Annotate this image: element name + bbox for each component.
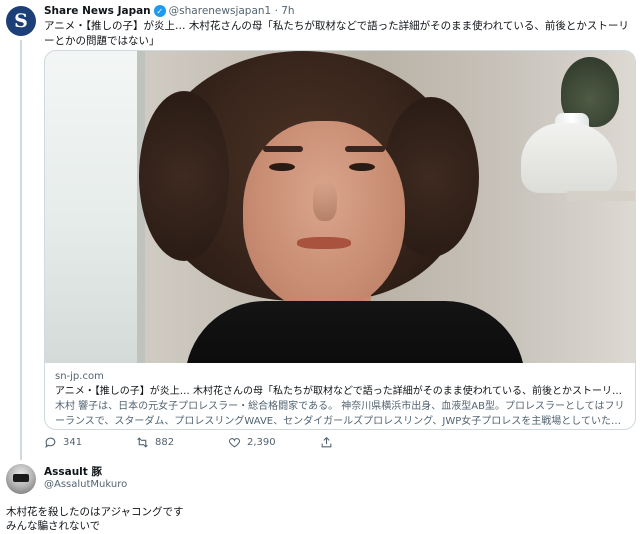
tweet-actions: 341 882 2,390 [44,436,412,449]
right-eyebrow [345,146,385,152]
thread-line [20,40,22,460]
person-nose [313,181,337,221]
reply-icon [45,437,56,449]
reply-button[interactable]: 341 [44,436,136,449]
retweet-icon [137,437,148,448]
reply-author-avatar[interactable] [6,464,36,494]
card-body: sn-jp.com アニメ・【推しの子】が炎上… 木村花さんの母「私たちが取材な… [55,369,629,429]
person-mouth [297,237,351,249]
card-title: アニメ・【推しの子】が炎上… 木村花さんの母「私たちが取材などで語った詳細がその… [55,386,629,397]
left-eyebrow [263,146,303,152]
card-description: 木村 響子は、日本の元女子プロレスラー・総合格闘家である。 神奈川県横浜市出身、… [55,401,625,427]
retweet-count: 882 [155,437,175,448]
heart-icon [228,438,241,448]
window-background [45,51,145,363]
retweet-button[interactable]: 882 [136,436,228,449]
tweet-header: Share News Japan ✓ @sharenewsjapan1 · 7h [44,5,295,17]
share-button[interactable] [320,436,412,449]
author-avatar[interactable]: S [6,6,36,36]
author-name[interactable]: Share News Japan [44,5,151,17]
like-button[interactable]: 2,390 [228,436,320,449]
reply-tweet[interactable]: Assault 豚 @AssalutMukuro 木村花を殺したのはアジャコング… [0,460,640,534]
card-domain: sn-jp.com [55,371,104,382]
tweet[interactable]: S Share News Japan ✓ @sharenewsjapan1 · … [0,0,640,460]
reply-text-line-2: みんな騙されないで [6,520,101,532]
left-eye [269,163,295,171]
reply-author-name[interactable]: Assault 豚 [44,464,102,479]
right-eye [349,163,375,171]
tweet-text: アニメ・【推しの子】が炎上… 木村花さんの母「私たちが取材などで語った詳細がその… [44,20,629,47]
reply-text-line-1: 木村花を殺したのはアジャコングです [6,506,184,518]
reply-author-handle[interactable]: @AssalutMukuro [44,479,127,490]
person-shirt [185,301,525,363]
elephant-figurine [521,123,617,193]
share-icon [321,436,332,448]
reply-text: 木村花を殺したのはアジャコングです みんな騙されないで [6,505,184,533]
reply-count: 341 [63,437,83,448]
card-image [45,51,635,363]
avatar-letter: S [14,9,28,32]
author-handle-time[interactable]: @sharenewsjapan1 · 7h [169,5,295,17]
shelf [567,191,635,201]
like-count: 2,390 [247,437,276,448]
link-card[interactable]: sn-jp.com アニメ・【推しの子】が炎上… 木村花さんの母「私たちが取材な… [44,50,636,430]
verified-badge-icon: ✓ [153,5,166,17]
